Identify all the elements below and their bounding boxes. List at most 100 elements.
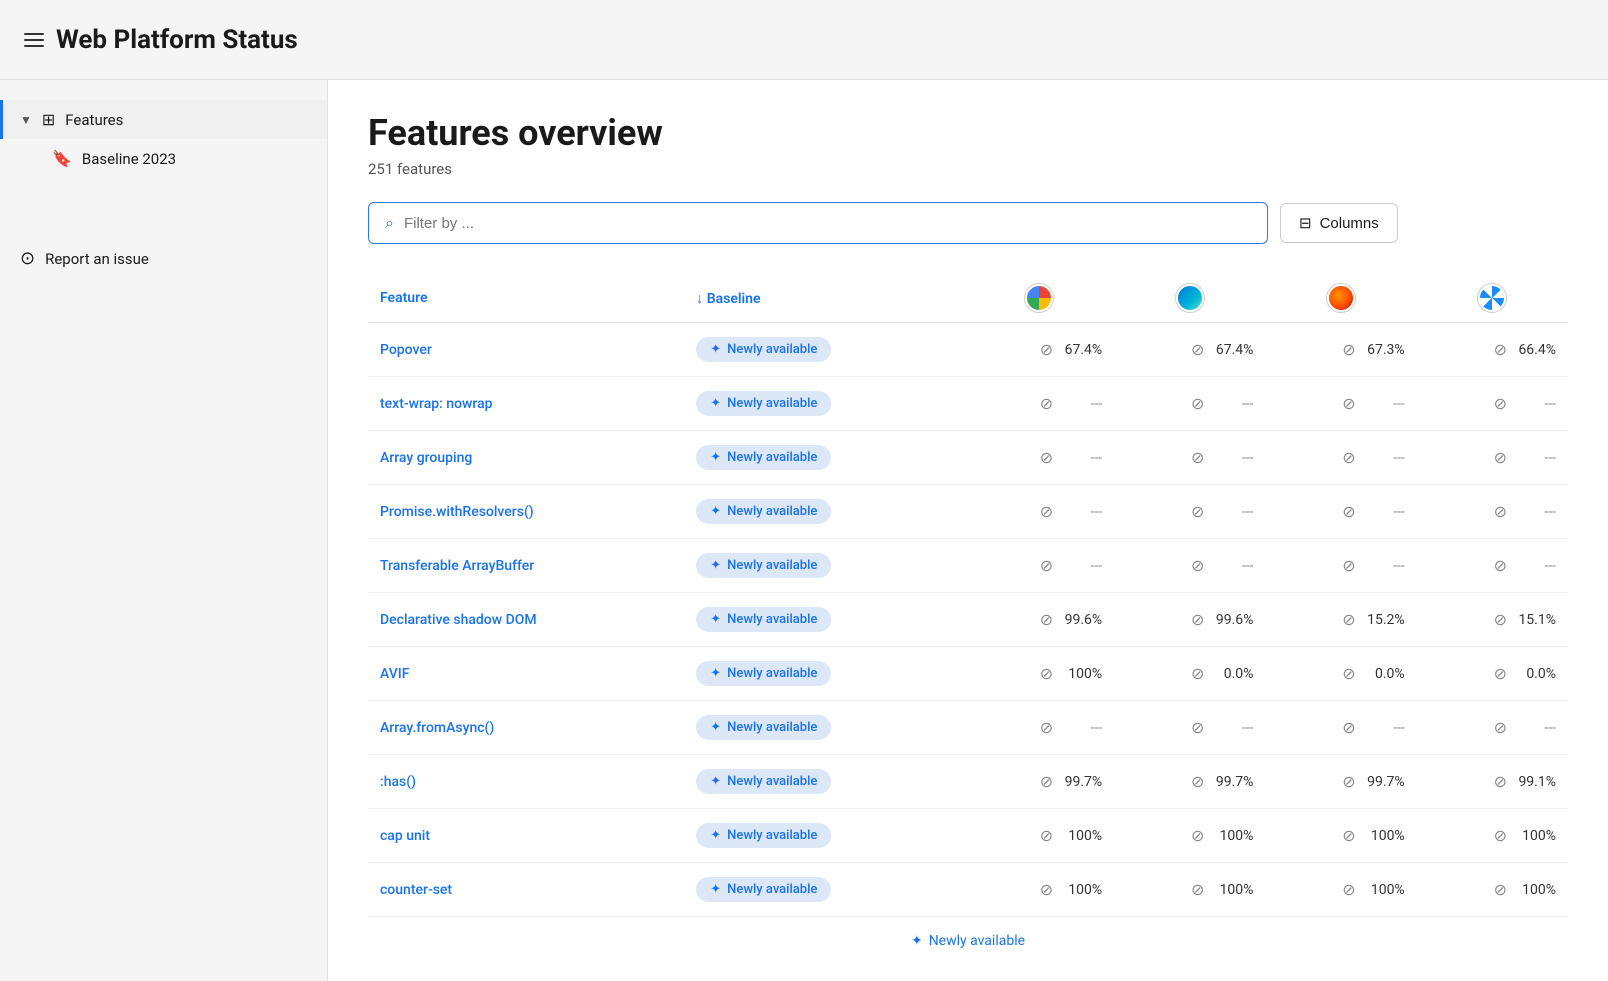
table-body: Popover✦Newly available⊘67.4%⊘67.4%⊘67.3… — [368, 323, 1568, 917]
browser-cell: ⊘100% — [1417, 863, 1568, 917]
page-title: Features overview — [368, 112, 1568, 154]
baseline-cell: ✦Newly available — [684, 755, 963, 809]
browser-percentage: --- — [1361, 558, 1405, 574]
browser-cell: ⊘--- — [1417, 701, 1568, 755]
browser-cell: ⊘ 100% — [1265, 863, 1416, 917]
browser-cell: ⊘--- — [1114, 539, 1265, 593]
browser-cell: ⊘99.6% — [963, 593, 1114, 647]
search-icon: ⌕ — [385, 213, 394, 233]
browser-percentage: --- — [1058, 558, 1102, 574]
browser-percentage: --- — [1209, 450, 1253, 466]
browser-cell: ⊘--- — [1265, 701, 1416, 755]
sidebar-features-section: ▼ ⊞ Features 🔖 Baseline 2023 — [0, 100, 327, 178]
baseline-cell: ✦Newly available — [684, 539, 963, 593]
check-circle-icon: ⊘ — [1342, 880, 1355, 899]
sidebar-baseline-label: Baseline 2023 — [82, 150, 176, 168]
filter-bar: ⌕ ⊟ Columns — [368, 202, 1568, 244]
feature-name-cell[interactable]: Array.fromAsync() — [368, 701, 684, 755]
browser-cell: ⊘100% — [1265, 809, 1416, 863]
browser-percentage: 99.6% — [1058, 612, 1102, 628]
browser-cell: ⊘--- — [1265, 377, 1416, 431]
col-feature[interactable]: Feature — [368, 274, 684, 323]
sidebar-item-features[interactable]: ▼ ⊞ Features — [0, 100, 327, 139]
browser-cell: ⊘--- — [1114, 377, 1265, 431]
feature-name-cell[interactable]: Popover — [368, 323, 684, 377]
browser-cell: ⊘--- — [963, 377, 1114, 431]
newly-available-badge: ✦Newly available — [696, 553, 831, 578]
newly-available-badge: ✦Newly available — [696, 445, 831, 470]
check-circle-icon: ⊘ — [1494, 610, 1507, 629]
sidebar-item-report[interactable]: ⊙ Report an issue — [0, 238, 327, 279]
feature-name-cell[interactable]: Array grouping — [368, 431, 684, 485]
feature-name-cell[interactable]: :has() — [368, 755, 684, 809]
browser-percentage: 100% — [1058, 666, 1102, 682]
baseline-cell: ✦Newly available — [684, 863, 963, 917]
browser-cell: ⊘99.7% — [963, 755, 1114, 809]
feature-name-cell[interactable]: counter-set — [368, 863, 684, 917]
browser-percentage: 15.2% — [1361, 612, 1405, 628]
browser-percentage: --- — [1512, 504, 1556, 520]
browser-percentage: --- — [1361, 720, 1405, 736]
baseline-cell: ✦Newly available — [684, 647, 963, 701]
browser-percentage: 67.4% — [1209, 342, 1253, 358]
check-circle-icon: ⊘ — [1342, 664, 1355, 683]
newly-available-badge: ✦Newly available — [696, 607, 831, 632]
badge-star-icon: ✦ — [710, 558, 721, 573]
check-circle-icon: ⊘ — [1494, 502, 1507, 521]
browser-percentage: --- — [1058, 396, 1102, 412]
browser-percentage: --- — [1512, 720, 1556, 736]
browser-cell: ⊘67.4% — [1114, 323, 1265, 377]
check-circle-icon: ⊘ — [1191, 502, 1204, 521]
newly-available-badge: ✦Newly available — [696, 499, 831, 524]
browser-cell: ⊘99.1% — [1417, 755, 1568, 809]
browser-cell: ⊘100% — [963, 863, 1114, 917]
table-row: AVIF✦Newly available⊘100%⊘0.0%⊘0.0%⊘0.0% — [368, 647, 1568, 701]
feature-name-cell[interactable]: Declarative shadow DOM — [368, 593, 684, 647]
badge-text: Newly available — [727, 774, 817, 789]
check-circle-icon: ⊘ — [1494, 556, 1507, 575]
table-row: cap unit✦Newly available⊘100%⊘100%⊘100%⊘… — [368, 809, 1568, 863]
sidebar-item-baseline[interactable]: 🔖 Baseline 2023 — [0, 139, 327, 178]
baseline-cell: ✦Newly available — [684, 701, 963, 755]
columns-button[interactable]: ⊟ Columns — [1280, 203, 1398, 243]
feature-name-cell[interactable]: cap unit — [368, 809, 684, 863]
feature-name-cell[interactable]: AVIF — [368, 647, 684, 701]
browser-cell: ⊘--- — [1417, 377, 1568, 431]
feature-name-cell[interactable]: Transferable ArrayBuffer — [368, 539, 684, 593]
browser-percentage: 100% — [1361, 882, 1405, 898]
browser-percentage: --- — [1209, 504, 1253, 520]
filter-input[interactable] — [404, 215, 1251, 232]
safari-icon — [1478, 284, 1506, 312]
feature-name-cell[interactable]: Promise.withResolvers() — [368, 485, 684, 539]
browser-percentage: 66.4% — [1512, 342, 1556, 358]
columns-label: Columns — [1320, 215, 1379, 232]
chrome-icon — [1025, 284, 1053, 312]
browser-cell: ⊘--- — [1114, 701, 1265, 755]
col-baseline[interactable]: ↓ Baseline — [684, 274, 963, 323]
newly-available-badge: ✦Newly available — [696, 769, 831, 794]
browser-percentage: --- — [1058, 504, 1102, 520]
browser-percentage: 67.3% — [1361, 342, 1405, 358]
menu-button[interactable] — [24, 33, 44, 47]
browser-cell: ⊘--- — [1265, 485, 1416, 539]
check-circle-icon: ⊘ — [1494, 664, 1507, 683]
feature-name-cell[interactable]: text-wrap: nowrap — [368, 377, 684, 431]
newly-available-label: Newly available — [929, 933, 1025, 949]
browser-cell: ⊘99.6% — [1114, 593, 1265, 647]
feature-table: Feature ↓ Baseline — [368, 274, 1568, 917]
badge-text: Newly available — [727, 450, 817, 465]
sidebar-report-label: Report an issue — [45, 250, 149, 268]
browser-cell: ⊘0.0% — [1417, 647, 1568, 701]
browser-percentage: 99.6% — [1209, 612, 1253, 628]
check-circle-icon: ⊘ — [1494, 772, 1507, 791]
app-title: Web Platform Status — [56, 25, 298, 55]
check-circle-icon: ⊘ — [1040, 880, 1053, 899]
browser-cell: ⊘15.2% — [1265, 593, 1416, 647]
check-circle-icon: ⊘ — [1191, 880, 1204, 899]
browser-percentage: --- — [1058, 450, 1102, 466]
check-circle-icon: ⊘ — [1040, 664, 1053, 683]
check-circle-icon: ⊘ — [1040, 772, 1053, 791]
browser-percentage: 100% — [1209, 828, 1253, 844]
table-row: Transferable ArrayBuffer ✦Newly available… — [368, 539, 1568, 593]
browser-cell: ⊘--- — [963, 485, 1114, 539]
